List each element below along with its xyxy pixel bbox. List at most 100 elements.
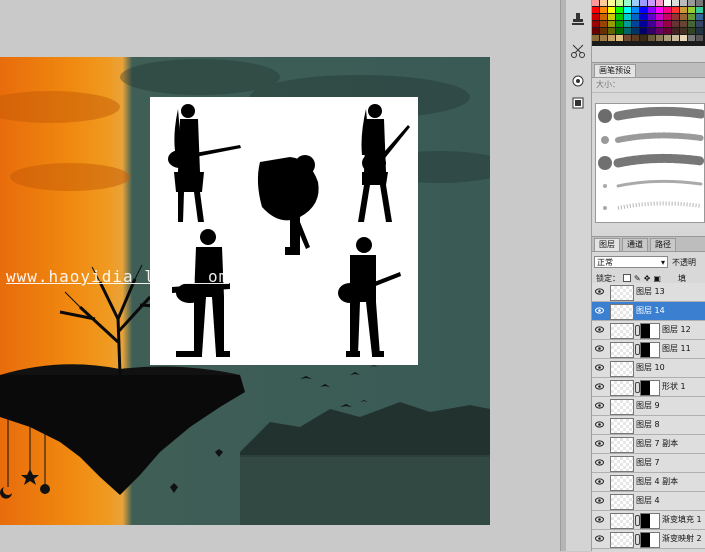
eye-icon[interactable] [595,497,604,504]
silhouette-guitarist-5 [338,237,401,357]
layer-name: 渐变映射 2 [662,534,702,543]
layer-thumbnail [610,361,634,377]
layer-mask-thumbnail [640,513,660,529]
layer-thumbnail [610,513,634,529]
eye-icon[interactable] [595,364,604,371]
layer-thumbnail [610,532,634,548]
eye-icon[interactable] [595,421,604,428]
eye-icon[interactable] [595,288,604,295]
eye-icon[interactable] [595,440,604,447]
opacity-label: 不透明 [672,257,696,267]
mountains [240,402,490,457]
lock-label: 锁定： [596,273,620,283]
layer-row[interactable]: 渐变映射 2 [592,530,705,549]
layer-thumbnail [610,494,634,510]
layer-row[interactable]: 形状 1 [592,378,705,397]
layer-list: 图层 13 图层 14 图层 12 图层 11 图层 10 形状 1 图层 9 图层 8 图层 … [592,283,705,549]
silhouette-card [150,97,418,365]
watermark-text: www.haoyidia lejil om [6,267,230,286]
layer-name: 图层 7 [636,458,660,467]
canvas-workspace: www.haoyidia lejil om [0,0,560,551]
layer-name: 图层 4 [636,496,660,505]
silhouette-guitarist-4 [172,229,230,357]
eye-icon[interactable] [595,326,604,333]
swatches-panel[interactable] [592,0,705,46]
tool-strip [566,0,592,551]
layer-mask-thumbnail [640,323,660,339]
musician-silhouettes [168,104,410,357]
layer-mask-thumbnail [640,532,660,548]
layer-thumbnail [610,399,634,415]
layer-name: 图层 11 [662,344,691,353]
lock-brush-icon[interactable]: ✎ [634,274,641,283]
eye-icon[interactable] [595,402,604,409]
layer-name: 图层 10 [636,363,665,372]
brush-size-label: 大小： [592,78,705,93]
layer-row[interactable]: 图层 9 [592,397,705,416]
layer-thumbnail [610,456,634,472]
layer-row[interactable]: 图层 4 [592,492,705,511]
layer-name: 图层 8 [636,420,660,429]
eye-icon[interactable] [595,345,604,352]
layer-row[interactable]: 图层 4 副本 [592,473,705,492]
layer-thumbnail [610,304,634,320]
layer-name: 图层 13 [636,287,665,296]
layer-thumbnail [610,380,634,396]
eye-icon[interactable] [595,516,604,523]
layer-thumbnail [610,342,634,358]
lock-transparency-icon[interactable] [623,274,631,282]
stamp-icon[interactable] [569,10,587,28]
eraser-icon[interactable] [569,72,587,90]
layer-row[interactable]: 渐变填充 1 [592,511,705,530]
eye-icon[interactable] [595,459,604,466]
blend-mode-select[interactable]: 正常 ▾ [594,256,668,268]
lock-all-icon[interactable]: ▣ [653,274,661,283]
layer-name: 图层 4 副本 [636,477,679,486]
layer-name: 形状 1 [662,382,686,391]
right-panels: 画笔预设 大小： 图层 通道 路径 正常 ▾ 不透明 锁定： ✎ ✥ ▣ 填 图… [592,0,705,552]
tab-channels[interactable]: 通道 [622,238,648,251]
scissors-icon[interactable] [569,42,587,60]
silhouette-guitarist-1 [168,104,241,222]
eye-icon[interactable] [595,478,604,485]
silhouette-guitarist-3 [257,155,319,255]
document-canvas[interactable]: www.haoyidia lejil om [0,57,490,525]
birds [300,365,378,407]
brush-preset-list[interactable] [595,103,705,223]
layer-row[interactable]: 图层 10 [592,359,705,378]
eye-icon[interactable] [595,307,604,314]
layer-name: 图层 7 副本 [636,439,679,448]
layer-row[interactable]: 图层 7 [592,454,705,473]
layer-name: 图层 9 [636,401,660,410]
layers-panel: 图层 通道 路径 正常 ▾ 不透明 锁定： ✎ ✥ ▣ 填 图层 13 图层 14… [592,236,705,552]
tab-brush-presets[interactable]: 画笔预设 [594,64,636,77]
layer-mask-thumbnail [640,342,660,358]
layer-row[interactable]: 图层 11 [592,340,705,359]
blend-mode-value: 正常 [597,257,613,267]
brush-strokes [598,106,705,210]
silhouette-guitarist-2 [358,104,410,222]
layer-thumbnail [610,323,634,339]
layer-thumbnail [610,285,634,301]
eye-icon[interactable] [595,535,604,542]
brush-presets-panel: 画笔预设 大小： [592,62,705,231]
lock-move-icon[interactable]: ✥ [644,274,651,283]
layer-name: 图层 12 [662,325,691,334]
layer-thumbnail [610,437,634,453]
fill-label: 填 [677,273,686,283]
tab-paths[interactable]: 路径 [650,238,676,251]
eye-icon[interactable] [595,383,604,390]
layer-name: 图层 14 [636,306,665,315]
layer-mask-thumbnail [640,380,660,396]
layer-row[interactable]: 图层 13 [592,283,705,302]
layer-row[interactable]: 图层 12 [592,321,705,340]
layer-name: 渐变填充 1 [662,515,702,524]
layer-row[interactable]: 图层 8 [592,416,705,435]
layer-row[interactable]: 图层 14 [592,302,705,321]
square-icon[interactable] [569,94,587,112]
layer-row[interactable]: 图层 7 副本 [592,435,705,454]
layer-thumbnail [610,475,634,491]
tab-layers[interactable]: 图层 [594,238,620,251]
layer-thumbnail [610,418,634,434]
chevron-down-icon: ▾ [660,257,665,267]
